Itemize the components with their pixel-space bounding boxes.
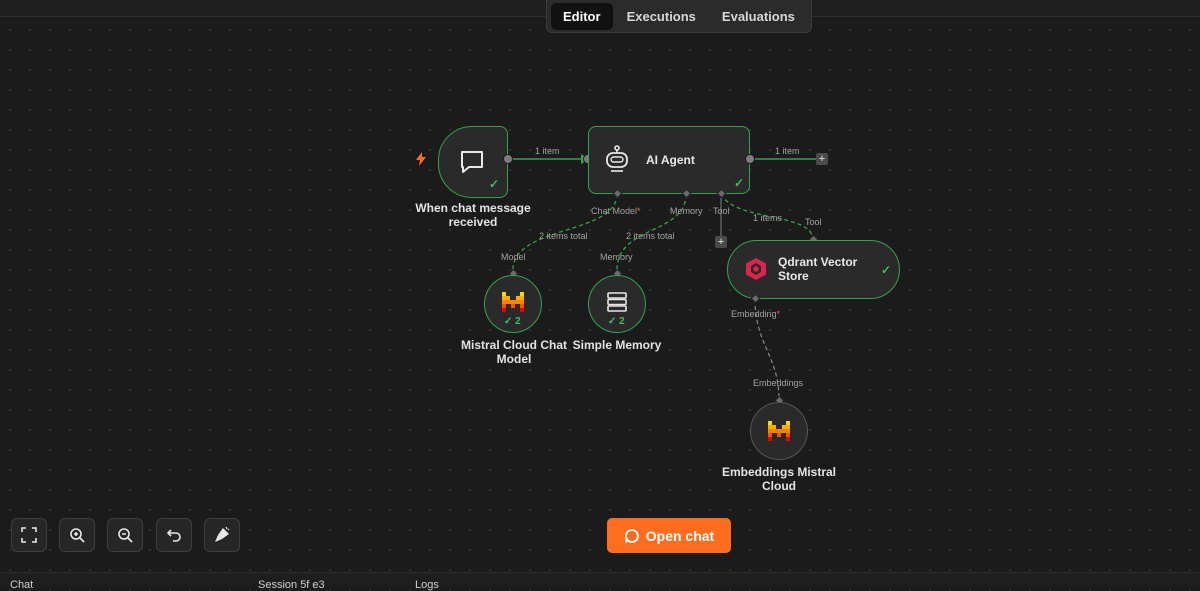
agent-output-port[interactable] [745,154,755,164]
zoom-to-fit-button[interactable] [11,518,47,552]
agent-name: AI Agent [646,153,695,167]
tidy-up-icon [215,526,230,542]
zoom-in-icon [70,528,85,543]
zoom-in-button[interactable] [59,518,95,552]
logs-panel-title[interactable]: Logs [415,579,439,591]
port-label-memory-in: Memory [600,252,633,262]
node-mistral-chat-model[interactable]: ✓ 2 [484,275,542,333]
edge-label-agent-out: 1 item [775,146,800,156]
edge-label-chat-model: 2 items total [539,231,588,241]
chat-icon [624,528,639,543]
edge-label-memory: 2 items total [626,231,675,241]
zoom-out-icon [118,528,133,543]
mistral-logo-icon [501,290,525,314]
success-check-icon: ✓ [881,263,892,277]
zoom-out-button[interactable] [107,518,143,552]
zoom-fit-icon [21,527,37,543]
run-count-badge: ✓ 2 [504,316,521,327]
trigger-output-port[interactable] [503,154,513,164]
node-chat-trigger[interactable]: ✓ [438,126,508,198]
node-embeddings-mistral[interactable] [750,402,808,460]
chat-bubble-icon [457,147,487,177]
success-check-icon: ✓ [489,177,500,191]
open-chat-button[interactable]: Open chat [607,518,731,553]
node-ai-agent[interactable]: AI Agent ✓ [588,126,750,194]
run-count-badge: ✓ 2 [608,316,625,327]
port-label-chat-model: Chat Model* [591,206,641,216]
bottom-panel-bar: Chat Session 5f e3 Logs [0,572,1200,591]
robot-icon [601,143,633,175]
port-label-embeddings: Embeddings [753,378,804,388]
port-label-tool: Tool [713,206,730,216]
edge-label-trigger-agent: 1 item [535,146,560,156]
success-check-icon: ✓ [734,176,745,190]
qdrant-logo-icon [744,257,768,281]
trigger-name: When chat message received [415,201,531,229]
session-label: Session 5f e3 [258,579,325,591]
mistral-logo-icon [767,419,791,443]
mistral-chat-name: Mistral Cloud Chat Model [460,338,567,366]
add-node-button[interactable]: + [816,153,828,165]
port-label-tool-in: Tool [805,217,822,227]
undo-icon [166,529,181,542]
bolt-icon [416,152,426,171]
node-qdrant-vector-store[interactable]: Qdrant Vector Store ✓ [727,240,900,299]
add-tool-button[interactable]: + [715,236,727,248]
edge-label-tool: 1 items [753,213,783,223]
open-chat-label: Open chat [645,527,715,544]
port-label-memory: Memory [670,206,703,216]
tidy-up-button[interactable] [204,518,240,552]
memory-name: Simple Memory [572,338,662,352]
port-label-model: Model [501,252,526,262]
chat-panel-title[interactable]: Chat [10,579,33,591]
undo-button[interactable] [156,518,192,552]
embeddings-name: Embeddings Mistral Cloud [721,465,837,493]
port-label-embedding: Embedding* [731,309,781,319]
node-simple-memory[interactable]: ✓ 2 [588,275,646,333]
qdrant-name: Qdrant Vector Store [778,255,858,283]
database-icon [605,290,629,314]
